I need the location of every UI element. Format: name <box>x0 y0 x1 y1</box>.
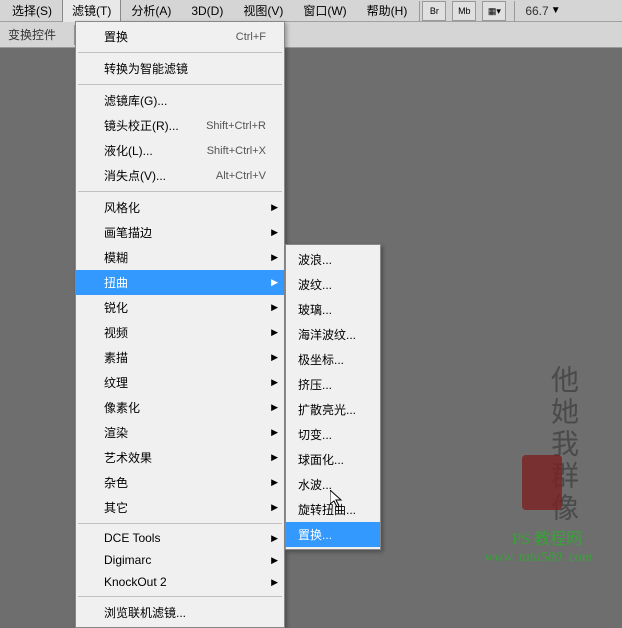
menu-view[interactable]: 视图(V) <box>233 0 293 22</box>
layout-button[interactable]: ▦▾ <box>482 1 506 21</box>
watermark-site-name: PS 教程网 <box>512 525 582 549</box>
separator <box>514 1 515 21</box>
menu-item-digimarc[interactable]: Digimarc▶ <box>76 549 284 571</box>
menu-item-texture[interactable]: 纹理▶ <box>76 370 284 395</box>
minibridge-button[interactable]: Mb <box>452 1 476 21</box>
menu-item-convert-smart[interactable]: 转换为智能滤镜 <box>76 56 284 81</box>
filter-menu-dropdown: 置换 Ctrl+F 转换为智能滤镜 滤镜库(G)... 镜头校正(R)...Sh… <box>75 21 285 628</box>
chevron-right-icon: ▶ <box>271 533 278 544</box>
chevron-right-icon: ▶ <box>271 327 278 338</box>
chevron-right-icon: ▶ <box>271 502 278 513</box>
sub-item-pinch[interactable]: 挤压... <box>286 372 380 397</box>
chevron-right-icon: ▶ <box>271 302 278 313</box>
separator <box>419 1 420 21</box>
menu-item-distort[interactable]: 扭曲▶ <box>76 270 284 295</box>
zoom-value[interactable]: 66.7 <box>525 4 548 18</box>
chevron-right-icon: ▶ <box>271 352 278 363</box>
sub-item-twirl[interactable]: 旋转扭曲... <box>286 497 380 522</box>
distort-submenu: 波浪... 波纹... 玻璃... 海洋波纹... 极坐标... 挤压... 扩… <box>285 244 381 550</box>
menu-separator <box>78 523 282 524</box>
sub-item-wave[interactable]: 波浪... <box>286 247 380 272</box>
chevron-right-icon: ▶ <box>271 427 278 438</box>
sub-item-zigzag[interactable]: 水波... <box>286 472 380 497</box>
menu-item-render[interactable]: 渲染▶ <box>76 420 284 445</box>
sub-item-spherize[interactable]: 球面化... <box>286 447 380 472</box>
menu-item-lens-correction[interactable]: 镜头校正(R)...Shift+Ctrl+R <box>76 113 284 138</box>
chevron-right-icon: ▶ <box>271 577 278 588</box>
menu-item-pixelate[interactable]: 像素化▶ <box>76 395 284 420</box>
menu-3d[interactable]: 3D(D) <box>181 1 233 21</box>
sub-item-shear[interactable]: 切变... <box>286 422 380 447</box>
menu-item-browse-online[interactable]: 浏览联机滤镜... <box>76 600 284 625</box>
menu-item-noise[interactable]: 杂色▶ <box>76 470 284 495</box>
sub-item-ripple[interactable]: 波纹... <box>286 272 380 297</box>
menu-item-video[interactable]: 视频▶ <box>76 320 284 345</box>
menu-item-artistic[interactable]: 艺术效果▶ <box>76 445 284 470</box>
menu-item-stylize[interactable]: 风格化▶ <box>76 195 284 220</box>
menu-analysis[interactable]: 分析(A) <box>121 0 181 22</box>
menu-item-liquify[interactable]: 液化(L)...Shift+Ctrl+X <box>76 138 284 163</box>
zoom-dropdown-icon[interactable]: ▼ <box>551 5 561 16</box>
sub-item-ocean-ripple[interactable]: 海洋波纹... <box>286 322 380 347</box>
chevron-right-icon: ▶ <box>271 377 278 388</box>
menu-item-brush-strokes[interactable]: 画笔描边▶ <box>76 220 284 245</box>
menu-item-sketch[interactable]: 素描▶ <box>76 345 284 370</box>
chevron-right-icon: ▶ <box>271 202 278 213</box>
menu-separator <box>78 84 282 85</box>
menu-separator <box>78 52 282 53</box>
chevron-right-icon: ▶ <box>271 227 278 238</box>
chevron-right-icon: ▶ <box>271 252 278 263</box>
sub-item-glass[interactable]: 玻璃... <box>286 297 380 322</box>
chevron-right-icon: ▶ <box>271 477 278 488</box>
chevron-right-icon: ▶ <box>271 452 278 463</box>
menu-item-displace-repeat[interactable]: 置换 Ctrl+F <box>76 24 284 49</box>
menu-item-knockout[interactable]: KnockOut 2▶ <box>76 571 284 593</box>
menu-window[interactable]: 窗口(W) <box>293 0 356 22</box>
menu-item-other[interactable]: 其它▶ <box>76 495 284 520</box>
chevron-right-icon: ▶ <box>271 277 278 288</box>
watermark-url: www. tata580. com <box>485 550 592 566</box>
menu-item-sharpen[interactable]: 锐化▶ <box>76 295 284 320</box>
bridge-button[interactable]: Br <box>422 1 446 21</box>
sub-item-polar[interactable]: 极坐标... <box>286 347 380 372</box>
menu-separator <box>78 191 282 192</box>
chevron-right-icon: ▶ <box>271 402 278 413</box>
menu-item-blur[interactable]: 模糊▶ <box>76 245 284 270</box>
menubar: 选择(S) 滤镜(T) 分析(A) 3D(D) 视图(V) 窗口(W) 帮助(H… <box>0 0 622 22</box>
menu-select[interactable]: 选择(S) <box>2 0 62 22</box>
sub-item-displace[interactable]: 置换... <box>286 522 380 547</box>
menu-separator <box>78 596 282 597</box>
menu-item-filter-gallery[interactable]: 滤镜库(G)... <box>76 88 284 113</box>
sub-item-diffuse-glow[interactable]: 扩散亮光... <box>286 397 380 422</box>
menu-item-vanishing-point[interactable]: 消失点(V)...Alt+Ctrl+V <box>76 163 284 188</box>
transform-controls-label: 变换控件 <box>8 26 56 43</box>
menu-filter[interactable]: 滤镜(T) <box>62 0 121 22</box>
watermark-seal <box>522 455 562 510</box>
menu-help[interactable]: 帮助(H) <box>357 0 418 22</box>
chevron-right-icon: ▶ <box>271 555 278 566</box>
menu-item-dce-tools[interactable]: DCE Tools▶ <box>76 527 284 549</box>
